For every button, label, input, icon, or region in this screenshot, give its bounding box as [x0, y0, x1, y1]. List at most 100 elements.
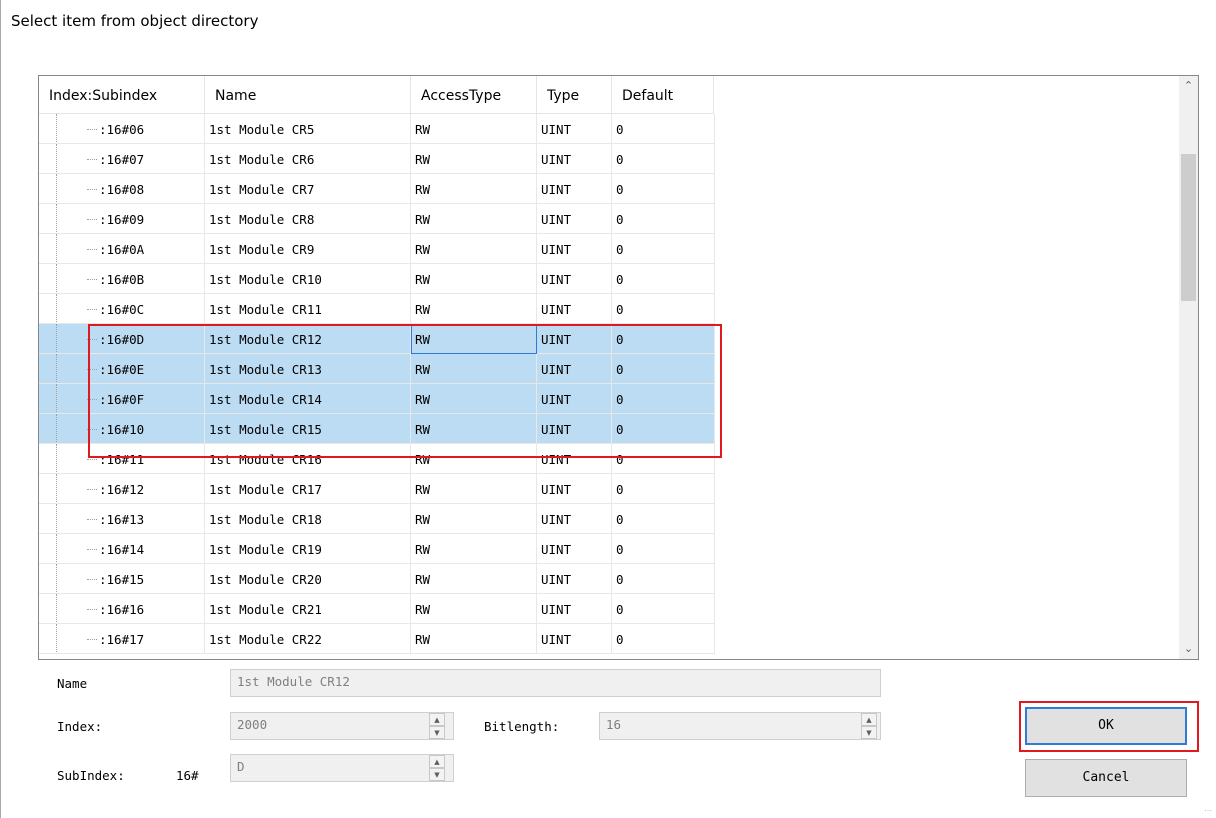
cell-default: 0: [612, 504, 715, 534]
index-field[interactable]: 2000: [230, 712, 454, 740]
selection-highlight-box: [88, 324, 722, 458]
column-header-type[interactable]: Type: [537, 76, 612, 114]
table-row[interactable]: :16#12 1st Module CR17 RW UINT 0: [39, 474, 715, 504]
cell-index: :16#17: [39, 624, 205, 654]
cell-name: 1st Module CR21: [205, 594, 411, 624]
table-row[interactable]: :16#0C 1st Module CR11 RW UINT 0: [39, 294, 715, 324]
table-row[interactable]: :16#17 1st Module CR22 RW UINT 0: [39, 624, 715, 654]
tree-branch-icon: [87, 249, 97, 250]
cell-type: UINT: [537, 114, 612, 144]
cell-index: :16#15: [39, 564, 205, 594]
cell-default: 0: [612, 204, 715, 234]
cell-default: 0: [612, 474, 715, 504]
table-row[interactable]: :16#0A 1st Module CR9 RW UINT 0: [39, 234, 715, 264]
cell-name: 1st Module CR6: [205, 144, 411, 174]
chevron-down-icon[interactable]: ⌄: [1179, 639, 1198, 659]
cell-accesstype: RW: [411, 264, 537, 294]
cell-name: 1st Module CR11: [205, 294, 411, 324]
scrollbar-thumb[interactable]: [1181, 154, 1196, 301]
table-row[interactable]: :16#15 1st Module CR20 RW UINT 0: [39, 564, 715, 594]
cell-index: :16#12: [39, 474, 205, 504]
cell-accesstype: RW: [411, 114, 537, 144]
cell-default: 0: [612, 534, 715, 564]
cell-type: UINT: [537, 294, 612, 324]
resize-grip-icon[interactable]: ⋯: [1204, 806, 1214, 816]
cell-name: 1st Module CR20: [205, 564, 411, 594]
tree-branch-icon: [87, 189, 97, 190]
table-row[interactable]: :16#0B 1st Module CR10 RW UINT 0: [39, 264, 715, 294]
vertical-scrollbar[interactable]: ⌃ ⌄: [1179, 76, 1198, 659]
tree-branch-icon: [87, 219, 97, 220]
ok-button[interactable]: OK: [1025, 707, 1187, 745]
table-row[interactable]: :16#07 1st Module CR6 RW UINT 0: [39, 144, 715, 174]
tree-branch-icon: [87, 609, 97, 610]
cell-accesstype: RW: [411, 564, 537, 594]
grid-header: Index:Subindex Name AccessType Type Defa…: [39, 76, 714, 114]
dialog-title: Select item from object directory: [11, 12, 259, 30]
cell-name: 1st Module CR18: [205, 504, 411, 534]
name-field[interactable]: 1st Module CR12: [230, 669, 881, 697]
table-row[interactable]: :16#08 1st Module CR7 RW UINT 0: [39, 174, 715, 204]
tree-branch-icon: [87, 549, 97, 550]
cell-name: 1st Module CR19: [205, 534, 411, 564]
cell-type: UINT: [537, 144, 612, 174]
cell-accesstype: RW: [411, 504, 537, 534]
table-row[interactable]: :16#14 1st Module CR19 RW UINT 0: [39, 534, 715, 564]
cell-accesstype: RW: [411, 294, 537, 324]
cell-index: :16#16: [39, 594, 205, 624]
column-header-accesstype[interactable]: AccessType: [411, 76, 537, 114]
name-label: Name: [57, 676, 88, 691]
cell-type: UINT: [537, 174, 612, 204]
cell-index: :16#13: [39, 504, 205, 534]
cell-name: 1st Module CR8: [205, 204, 411, 234]
bitlength-label: Bitlength:: [484, 719, 560, 734]
subindex-spin-icon[interactable]: ▲ ▼: [429, 755, 445, 781]
subindex-prefix: 16#: [176, 768, 199, 783]
cell-index: :16#09: [39, 204, 205, 234]
cell-name: 1st Module CR5: [205, 114, 411, 144]
table-row[interactable]: :16#16 1st Module CR21 RW UINT 0: [39, 594, 715, 624]
tree-branch-icon: [87, 519, 97, 520]
bitlength-spin-icon[interactable]: ▲ ▼: [861, 713, 877, 739]
cell-type: UINT: [537, 474, 612, 504]
cell-name: 1st Module CR17: [205, 474, 411, 504]
cell-default: 0: [612, 294, 715, 324]
cell-index: :16#08: [39, 174, 205, 204]
subindex-field[interactable]: D: [230, 754, 454, 782]
cell-default: 0: [612, 594, 715, 624]
cell-name: 1st Module CR10: [205, 264, 411, 294]
tree-branch-icon: [87, 579, 97, 580]
table-row[interactable]: :16#06 1st Module CR5 RW UINT 0: [39, 114, 715, 144]
chevron-up-icon[interactable]: ⌃: [1179, 76, 1198, 96]
index-label: Index:: [57, 719, 103, 734]
cell-index: :16#06: [39, 114, 205, 144]
select-item-dialog: Select item from object directory Index:…: [0, 0, 1216, 818]
cell-type: UINT: [537, 594, 612, 624]
cell-accesstype: RW: [411, 474, 537, 504]
column-header-default[interactable]: Default: [612, 76, 714, 114]
cancel-button[interactable]: Cancel: [1025, 759, 1187, 797]
tree-branch-icon: [87, 129, 97, 130]
cell-type: UINT: [537, 264, 612, 294]
bitlength-field[interactable]: 16: [599, 712, 881, 740]
cell-default: 0: [612, 114, 715, 144]
cell-index: :16#07: [39, 144, 205, 174]
cell-index: :16#0A: [39, 234, 205, 264]
tree-branch-icon: [87, 489, 97, 490]
column-header-index[interactable]: Index:Subindex: [39, 76, 205, 114]
cell-name: 1st Module CR22: [205, 624, 411, 654]
cell-index: :16#14: [39, 534, 205, 564]
cell-type: UINT: [537, 504, 612, 534]
cell-index: :16#0B: [39, 264, 205, 294]
table-row[interactable]: :16#09 1st Module CR8 RW UINT 0: [39, 204, 715, 234]
column-header-name[interactable]: Name: [205, 76, 411, 114]
cell-type: UINT: [537, 564, 612, 594]
cell-accesstype: RW: [411, 534, 537, 564]
cell-accesstype: RW: [411, 624, 537, 654]
cell-accesstype: RW: [411, 144, 537, 174]
index-spin-icon[interactable]: ▲ ▼: [429, 713, 445, 739]
tree-branch-icon: [87, 279, 97, 280]
table-row[interactable]: :16#13 1st Module CR18 RW UINT 0: [39, 504, 715, 534]
cell-name: 1st Module CR9: [205, 234, 411, 264]
tree-branch-icon: [87, 309, 97, 310]
